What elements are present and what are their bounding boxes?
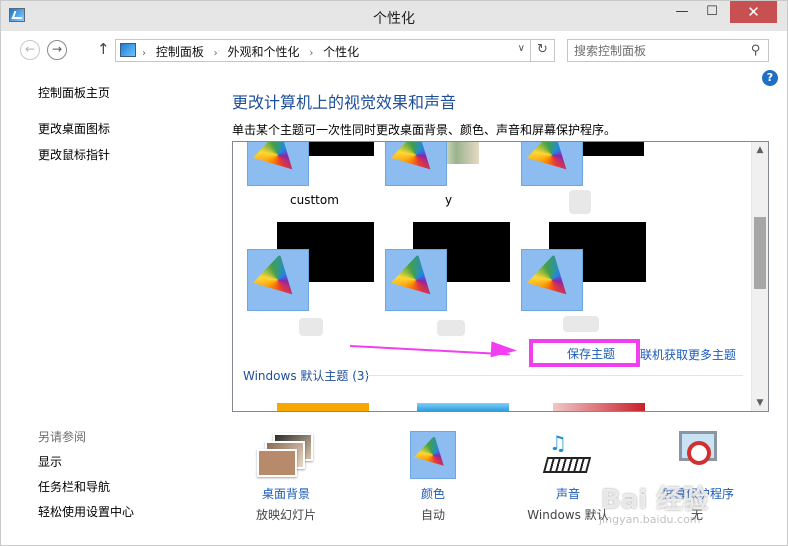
color-palette-icon bbox=[521, 254, 582, 306]
personalization-window: 个性化 — ☐ ✕ ← → ↑ › 控制面板 › 外观和个性化 › 个性化 ∨ … bbox=[0, 0, 788, 546]
refresh-button[interactable]: ↻ bbox=[530, 40, 554, 61]
scroll-thumb[interactable] bbox=[754, 217, 766, 289]
change-desktop-icons-link[interactable]: 更改桌面图标 bbox=[38, 120, 110, 137]
music-notes-icon: ♫ bbox=[542, 431, 592, 479]
breadcrumb-personalization[interactable]: 个性化 bbox=[323, 45, 359, 59]
breadcrumb: › 控制面板 › 外观和个性化 › 个性化 bbox=[142, 43, 365, 60]
desktop-background-icon bbox=[257, 431, 315, 479]
maximize-button[interactable]: ☐ bbox=[699, 1, 725, 23]
address-bar[interactable]: › 控制面板 › 外观和个性化 › 个性化 ∨ ↻ bbox=[115, 39, 555, 62]
section-divider bbox=[363, 375, 743, 376]
default-theme-windows[interactable] bbox=[277, 403, 369, 411]
theme-tile[interactable] bbox=[233, 222, 375, 342]
photo-card bbox=[257, 449, 297, 477]
navigation-bar: ← → ↑ › 控制面板 › 外观和个性化 › 个性化 ∨ ↻ ⚲ bbox=[1, 31, 787, 67]
change-mouse-pointer-link[interactable]: 更改鼠标指针 bbox=[38, 146, 110, 163]
theme-tile[interactable] bbox=[507, 222, 649, 342]
baidu-watermark: Bai 经验 bbox=[601, 485, 709, 515]
forward-button[interactable]: → bbox=[47, 40, 67, 60]
chevron-down-icon[interactable]: ∨ bbox=[518, 43, 525, 54]
help-icon[interactable]: ? bbox=[762, 70, 778, 86]
default-theme-flowers[interactable] bbox=[553, 403, 645, 411]
desktop-background-value: 放映幻灯片 bbox=[255, 508, 316, 522]
search-icon[interactable]: ⚲ bbox=[751, 43, 761, 58]
color-label[interactable]: 颜色 bbox=[408, 485, 458, 502]
color-fan bbox=[410, 436, 456, 475]
theme-label-blurred bbox=[299, 318, 323, 336]
ease-of-access-link[interactable]: 轻松使用设置中心 bbox=[38, 503, 134, 520]
get-more-themes-online-link[interactable]: 联机获取更多主题 bbox=[640, 346, 736, 363]
close-button[interactable]: ✕ bbox=[730, 1, 777, 23]
color-palette-icon bbox=[385, 254, 446, 306]
baidu-watermark-url: jingyan.baidu.com bbox=[599, 513, 701, 526]
control-panel-icon bbox=[120, 43, 136, 57]
save-theme-link[interactable]: 保存主题 bbox=[567, 345, 615, 362]
breadcrumb-control-panel[interactable]: 控制面板 bbox=[156, 45, 204, 59]
up-button[interactable]: ↑ bbox=[97, 40, 110, 58]
no-entry-icon bbox=[687, 441, 711, 465]
control-panel-home-link[interactable]: 控制面板主页 bbox=[38, 84, 110, 101]
scroll-down-button[interactable]: ▼ bbox=[752, 395, 768, 411]
breadcrumb-separator[interactable]: › bbox=[142, 48, 146, 59]
default-theme-lines-and-colors[interactable] bbox=[417, 403, 509, 411]
color-palette-icon bbox=[247, 141, 308, 181]
taskbar-navigation-link[interactable]: 任务栏和导航 bbox=[38, 478, 110, 495]
display-link[interactable]: 显示 bbox=[38, 453, 62, 470]
theme-color-swatch bbox=[521, 249, 583, 311]
color-palette-icon bbox=[521, 141, 582, 181]
color-setting[interactable]: 颜色 自动 bbox=[408, 431, 458, 523]
color-palette-icon bbox=[410, 431, 456, 479]
desktop-background-label[interactable]: 桌面背景 bbox=[254, 485, 318, 502]
theme-color-swatch bbox=[247, 249, 309, 311]
theme-color-swatch bbox=[247, 141, 309, 186]
theme-color-swatch bbox=[385, 141, 447, 186]
breadcrumb-separator[interactable]: › bbox=[309, 48, 313, 59]
theme-color-swatch bbox=[385, 249, 447, 311]
scroll-up-button[interactable]: ▲ bbox=[752, 142, 768, 158]
theme-tile-unnamed[interactable] bbox=[507, 141, 644, 222]
theme-label: y bbox=[445, 193, 453, 207]
annotation-arrow-head bbox=[490, 341, 518, 359]
desktop-background-setting[interactable]: 桌面背景 放映幻灯片 bbox=[254, 431, 318, 523]
color-palette-icon bbox=[247, 254, 308, 306]
screen-saver-icon bbox=[675, 431, 719, 479]
breadcrumb-appearance[interactable]: 外观和个性化 bbox=[228, 45, 300, 59]
theme-label: custtom bbox=[290, 193, 339, 207]
theme-label-blurred bbox=[437, 320, 465, 336]
color-palette-icon bbox=[385, 141, 446, 181]
search-box[interactable]: ⚲ bbox=[567, 39, 769, 62]
theme-list[interactable]: custtom y 保存主题 联机获取更多主题 Windows 默认主题 (3)… bbox=[232, 141, 769, 412]
minimize-button[interactable]: — bbox=[669, 1, 695, 23]
theme-tile-custtom[interactable]: custtom bbox=[233, 141, 374, 212]
search-input[interactable] bbox=[574, 42, 744, 59]
windows-default-themes-header[interactable]: Windows 默认主题 (3) bbox=[243, 367, 369, 384]
theme-color-swatch bbox=[521, 141, 583, 186]
theme-label-blurred bbox=[563, 316, 599, 332]
theme-tile[interactable] bbox=[371, 222, 513, 342]
see-also-heading: 另请参阅 bbox=[38, 430, 87, 444]
save-theme-highlight: 保存主题 bbox=[529, 339, 640, 367]
theme-label-blurred bbox=[569, 190, 591, 214]
title-bar: 个性化 — ☐ ✕ bbox=[1, 1, 787, 31]
music-note-glyph: ♫ bbox=[549, 431, 567, 455]
keyboard-shape bbox=[542, 457, 592, 473]
theme-list-scrollbar[interactable]: ▲ ▼ bbox=[751, 142, 768, 411]
back-button[interactable]: ← bbox=[20, 40, 40, 60]
breadcrumb-separator[interactable]: › bbox=[214, 48, 218, 59]
theme-tile-y[interactable]: y bbox=[371, 142, 501, 212]
page-description: 单击某个主题可一次性同时更改桌面背景、颜色、声音和屏幕保护程序。 bbox=[232, 123, 617, 137]
color-value: 自动 bbox=[420, 508, 445, 522]
page-title: 更改计算机上的视觉效果和声音 bbox=[232, 93, 457, 112]
